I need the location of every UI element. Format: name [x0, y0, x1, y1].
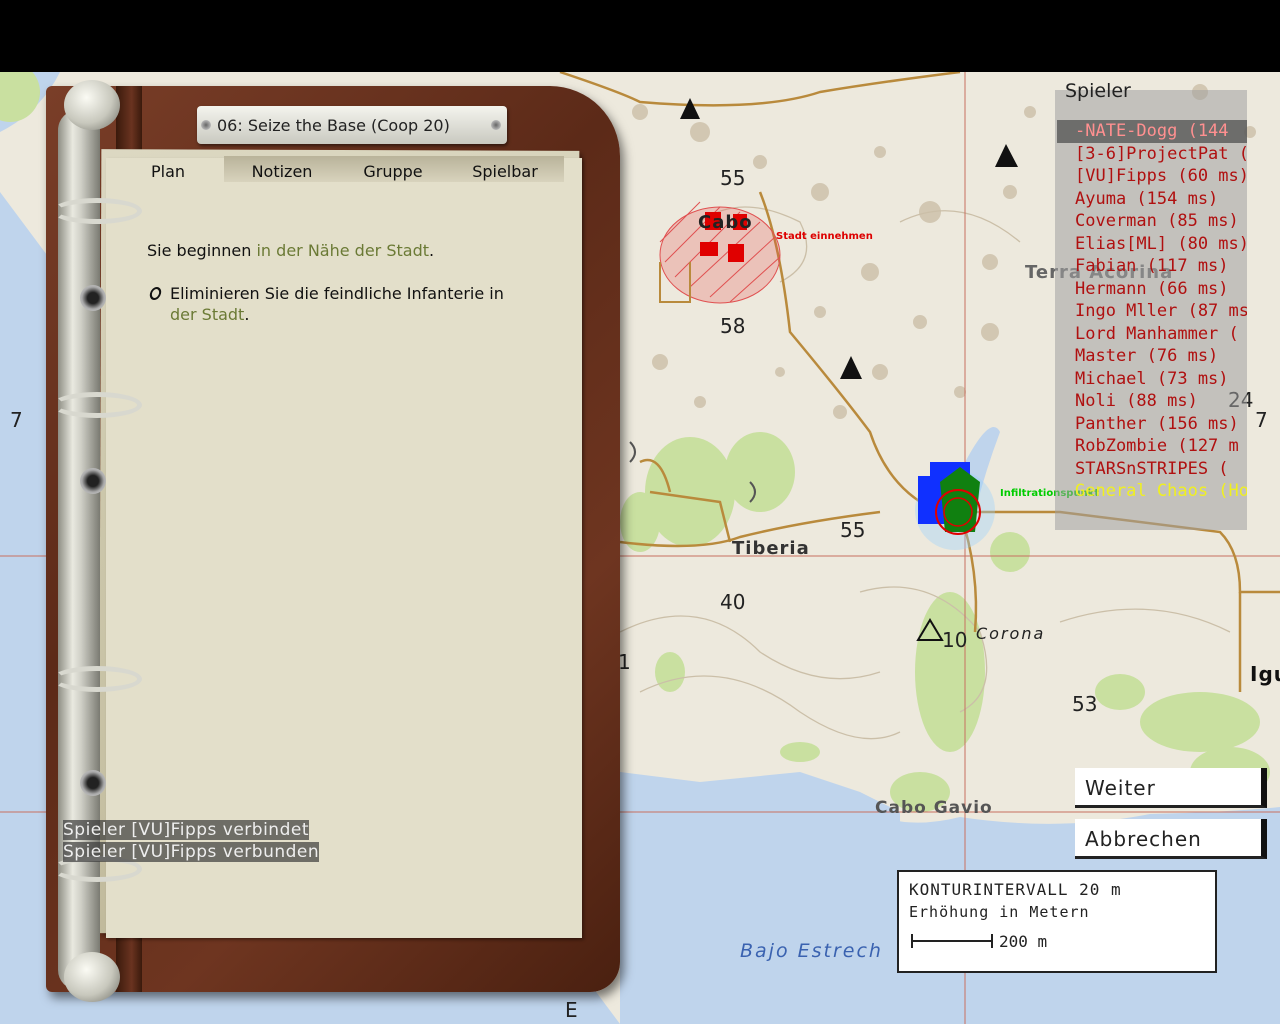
player-list-item[interactable]: Fabian (117 ms): [1057, 255, 1247, 278]
objective-item: Eliminieren Sie die feindliche Infanteri…: [148, 283, 530, 325]
mission-title-plate: 06: Seize the Base (Coop 20): [197, 106, 507, 144]
player-list-panel[interactable]: Spieler -NATE-Dogg (144 [3-6]ProjectPat (…: [1055, 80, 1247, 530]
map-label: 58: [720, 314, 746, 338]
briefing-link[interactable]: in der Nähe der Stadt: [256, 241, 429, 260]
binder-ring: [52, 198, 142, 224]
legend-contour-interval: KONTURINTERVALL 20 m: [909, 880, 1122, 899]
briefing-suffix: .: [429, 241, 435, 260]
briefing-prefix: Sie beginnen: [147, 241, 257, 260]
player-list-item[interactable]: Elias[ML] (80 ms): [1057, 233, 1247, 256]
player-list-item[interactable]: STARSnSTRIPES (: [1057, 458, 1247, 481]
cancel-button[interactable]: Abbrechen: [1075, 819, 1267, 859]
binder-hole: [80, 285, 106, 311]
map-label: 7: [10, 408, 23, 432]
player-list-item[interactable]: Master (76 ms): [1057, 345, 1247, 368]
tab-playable[interactable]: Spielbar: [446, 156, 564, 182]
capture-marker-label: Stadt einnehmen: [776, 231, 873, 242]
tab-notes[interactable]: Notizen: [224, 156, 340, 182]
player-list-item[interactable]: [VU]Fipps (60 ms): [1057, 165, 1247, 188]
water-label: Bajo Estrech: [740, 940, 883, 962]
objective-link[interactable]: der Stadt: [170, 305, 244, 324]
player-list-item[interactable]: Noli (88 ms): [1057, 390, 1247, 413]
continue-button[interactable]: Weiter: [1075, 768, 1267, 808]
map-label: 7: [1255, 408, 1268, 432]
scale-bar-label: 200 m: [999, 932, 1048, 951]
area-label-corona: Corona: [976, 624, 1046, 643]
player-list-item[interactable]: -NATE-Dogg (144: [1057, 120, 1247, 143]
objective-text: Eliminieren Sie die feindliche Infanteri…: [170, 284, 504, 303]
objective-suffix: .: [244, 305, 250, 324]
briefing-text: Sie beginnen in der Nähe der Stadt.: [147, 240, 547, 261]
chat-message: Spieler [VU]Fipps verbindet: [63, 820, 309, 840]
top-black-bar: [0, 0, 1280, 72]
legend-elevation-unit: Erhöhung in Metern: [909, 903, 1090, 921]
screw-icon: [201, 120, 211, 130]
player-list-item[interactable]: RobZombie (127 m: [1057, 435, 1247, 458]
map-label: E: [565, 998, 578, 1022]
binder-knob-top: [64, 80, 120, 130]
player-list-item[interactable]: Panther (156 ms): [1057, 413, 1247, 436]
binder-knob-bottom: [64, 952, 120, 1002]
player-list-item[interactable]: Lord Manhammer (: [1057, 323, 1247, 346]
map-label: 10: [942, 628, 968, 652]
scale-bar: [911, 934, 993, 948]
map-label: 55: [720, 166, 746, 190]
player-list-item[interactable]: Ayuma (154 ms): [1057, 188, 1247, 211]
binder-ring: [52, 666, 142, 692]
cape-label: Cabo Gavio: [875, 798, 993, 818]
map-label: 53: [1072, 692, 1098, 716]
screw-icon: [491, 120, 501, 130]
tab-group[interactable]: Gruppe: [340, 156, 446, 182]
map-legend: KONTURINTERVALL 20 m Erhöhung in Metern …: [897, 870, 1217, 973]
player-list[interactable]: -NATE-Dogg (144 [3-6]ProjectPat (6 [VU]Fip…: [1057, 120, 1247, 503]
player-list-item[interactable]: Coverman (85 ms): [1057, 210, 1247, 233]
tab-plan[interactable]: Plan: [112, 156, 224, 182]
chat-message: Spieler [VU]Fipps verbunden: [63, 842, 320, 862]
player-list-item[interactable]: Michael (73 ms): [1057, 368, 1247, 391]
town-label-cabo: Cabo: [698, 212, 753, 233]
town-label-tiberia: Tiberia: [732, 538, 810, 559]
player-list-item[interactable]: [3-6]ProjectPat (6: [1057, 143, 1247, 166]
binder-ring: [52, 392, 142, 418]
player-list-item[interactable]: Ingo Mller (87 ms): [1057, 300, 1247, 323]
town-label-igu: Igu: [1250, 662, 1280, 686]
player-list-item[interactable]: General Chaos (Ho: [1057, 480, 1247, 503]
map-label: 40: [720, 590, 746, 614]
player-list-title: Spieler: [1065, 80, 1131, 102]
map-label: 55: [840, 518, 866, 542]
briefing-tabs: Plan Notizen Gruppe Spielbar: [112, 156, 564, 182]
player-list-item[interactable]: Hermann (66 ms): [1057, 278, 1247, 301]
chat-log: Spieler [VU]Fipps verbindet Spieler [VU]…: [63, 820, 320, 864]
mission-title: 06: Seize the Base (Coop 20): [217, 116, 450, 135]
binder-hole: [80, 468, 106, 494]
binder-hole: [80, 770, 106, 796]
